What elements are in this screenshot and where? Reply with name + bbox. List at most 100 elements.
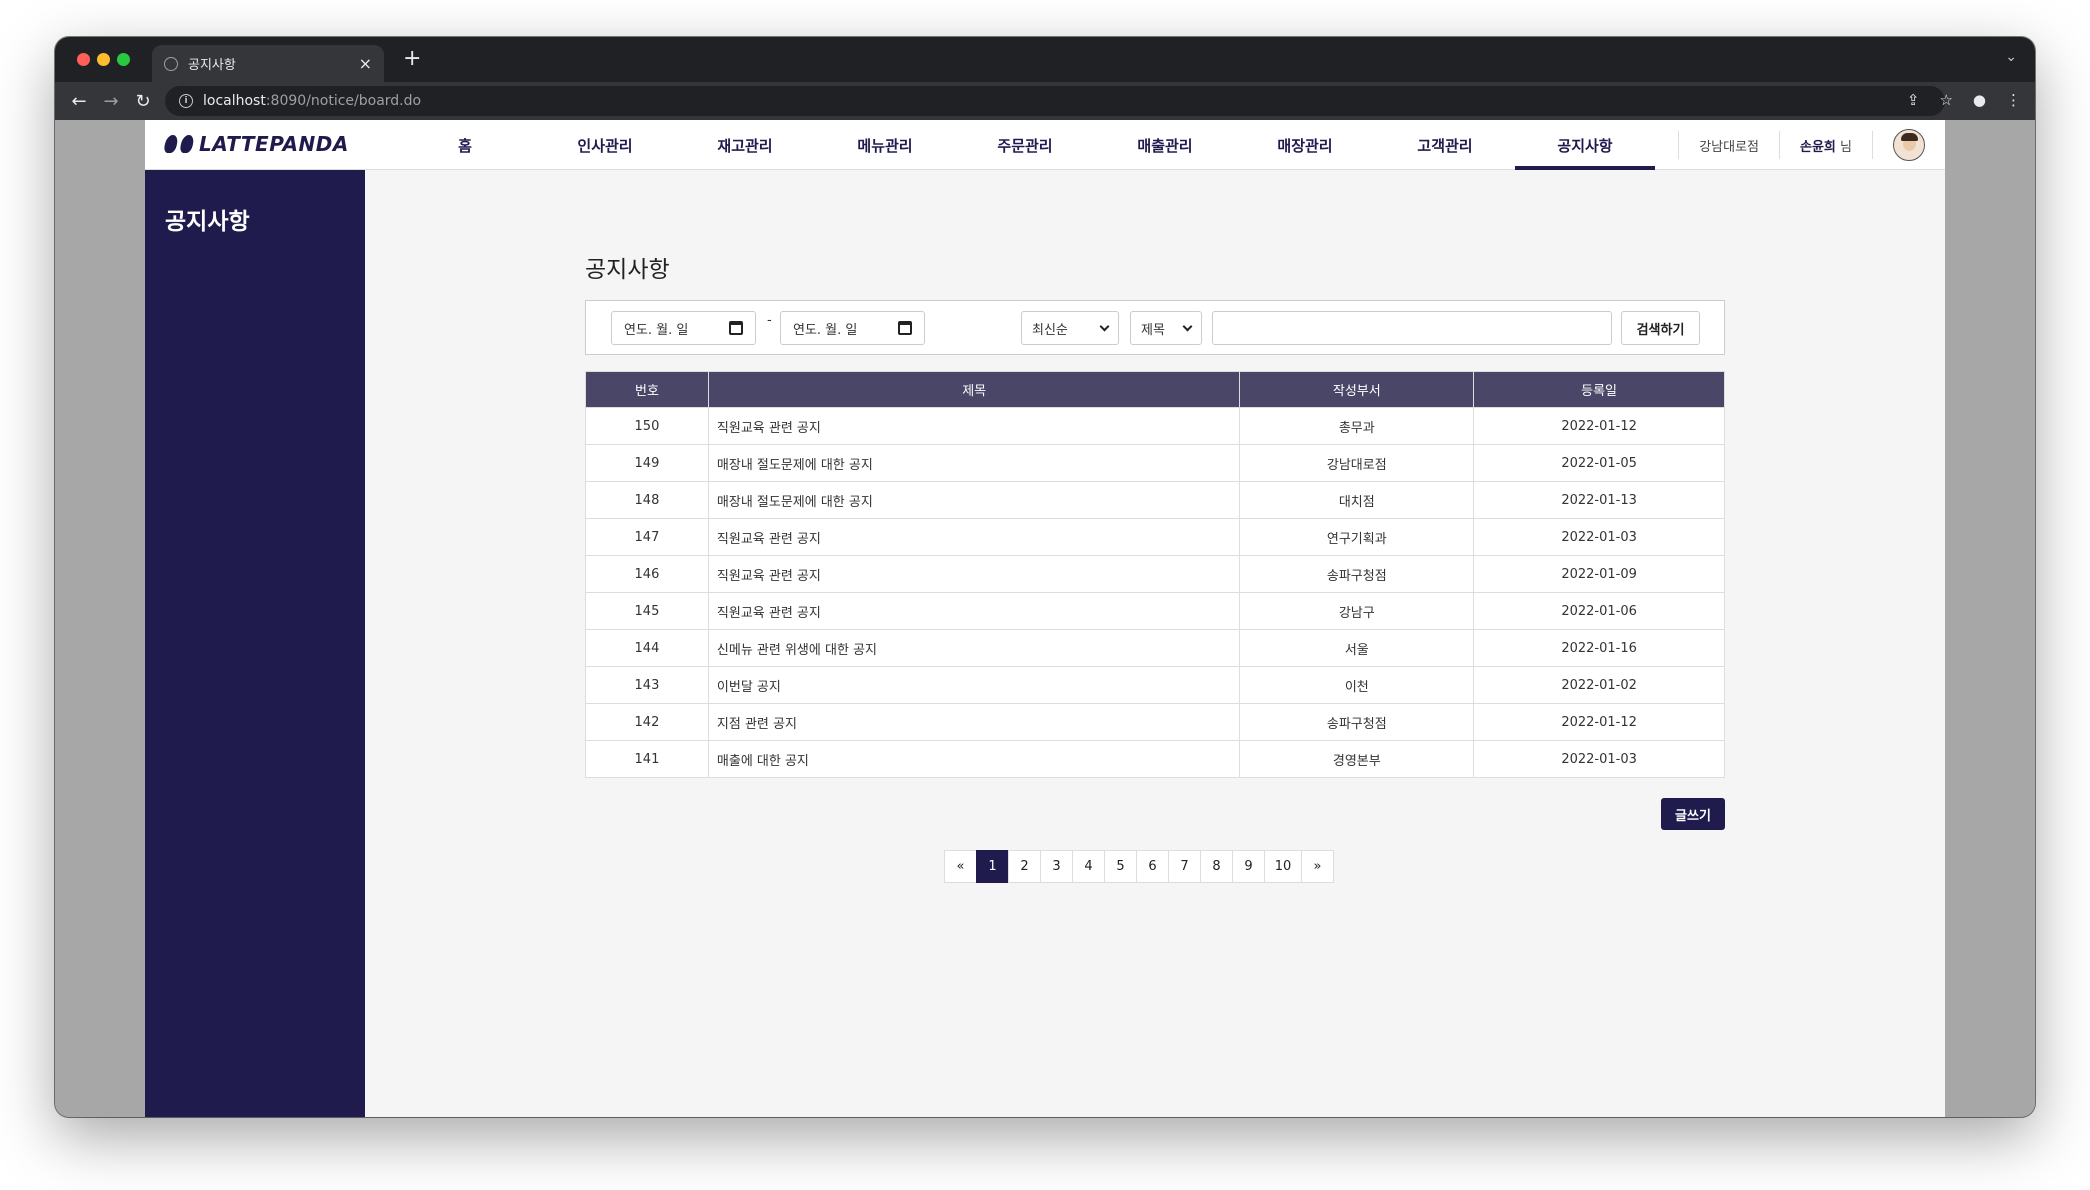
browser-tab[interactable]: 공지사항 × bbox=[152, 45, 384, 82]
menu-item-hr[interactable]: 인사관리 bbox=[535, 120, 675, 170]
table-row[interactable]: 141 매출에 대한 공지 경영본부 2022-01-03 bbox=[585, 740, 1725, 778]
chevron-down-icon bbox=[1099, 321, 1110, 331]
logo[interactable]: LATTEPANDA bbox=[163, 132, 349, 156]
browser-window: 공지사항 × + ⌄ ← → ↻ i localhost:8090/notice… bbox=[55, 37, 2035, 1117]
menu-item-menu[interactable]: 메뉴관리 bbox=[815, 120, 955, 170]
store-name: 강남대로점 bbox=[1699, 139, 1759, 155]
page-button-6[interactable]: 6 bbox=[1136, 850, 1169, 883]
page-button-10[interactable]: 10 bbox=[1264, 850, 1302, 883]
notice-board: 공지사항 연도. 월. 일 - 연도. 월. 일 최신순 제목 검색하기 번호 … bbox=[585, 250, 1725, 883]
cell-title[interactable]: 매출에 대한 공지 bbox=[707, 740, 1241, 778]
sort-select[interactable]: 최신순 bbox=[1021, 311, 1119, 345]
menu-item-customers[interactable]: 고객관리 bbox=[1375, 120, 1515, 170]
calendar-icon[interactable] bbox=[729, 321, 743, 335]
table-row[interactable]: 147 직원교육 관련 공지 연구기획과 2022-01-03 bbox=[585, 518, 1725, 556]
date-to-input[interactable]: 연도. 월. 일 bbox=[780, 311, 925, 345]
table-row[interactable]: 146 직원교육 관련 공지 송파구청점 2022-01-09 bbox=[585, 555, 1725, 593]
user-area: 강남대로점 손윤희 님 bbox=[1678, 120, 1945, 170]
menu-item-sales[interactable]: 매출관리 bbox=[1095, 120, 1235, 170]
cell-date: 2022-01-06 bbox=[1473, 592, 1725, 630]
info-icon[interactable]: i bbox=[179, 94, 193, 108]
cell-title[interactable]: 지점 관련 공지 bbox=[707, 703, 1241, 741]
cell-department: 경영본부 bbox=[1239, 740, 1475, 778]
cell-title[interactable]: 신메뉴 관련 위생에 대한 공지 bbox=[707, 629, 1241, 667]
cell-title[interactable]: 직원교육 관련 공지 bbox=[707, 555, 1241, 593]
cell-number: 147 bbox=[585, 518, 709, 556]
search-field-select[interactable]: 제목 bbox=[1130, 311, 1202, 345]
table-row[interactable]: 148 매장내 절도문제에 대한 공지 대치점 2022-01-13 bbox=[585, 481, 1725, 519]
date-from-placeholder: 연도. 월. 일 bbox=[624, 322, 689, 338]
write-button[interactable]: 글쓰기 bbox=[1661, 798, 1725, 830]
page-prev-button[interactable]: « bbox=[944, 850, 977, 883]
back-icon[interactable]: ← bbox=[63, 91, 95, 112]
cell-number: 141 bbox=[585, 740, 709, 778]
tab-close-icon[interactable]: × bbox=[359, 54, 372, 73]
table-row[interactable]: 145 직원교육 관련 공지 강남구 2022-01-06 bbox=[585, 592, 1725, 630]
page-button-7[interactable]: 7 bbox=[1168, 850, 1201, 883]
cell-number: 146 bbox=[585, 555, 709, 593]
page-button-1[interactable]: 1 bbox=[976, 850, 1009, 883]
action-row: 글쓰기 « 1 2 3 4 5 6 7 8 9 10 » bbox=[585, 798, 1725, 883]
kebab-menu-icon[interactable]: ⋮ bbox=[2006, 91, 2021, 109]
table-row[interactable]: 144 신메뉴 관련 위생에 대한 공지 서울 2022-01-16 bbox=[585, 629, 1725, 667]
cell-title[interactable]: 직원교육 관련 공지 bbox=[707, 407, 1241, 445]
page-button-4[interactable]: 4 bbox=[1072, 850, 1105, 883]
page-button-2[interactable]: 2 bbox=[1008, 850, 1041, 883]
field-selected: 제목 bbox=[1141, 322, 1165, 338]
page-button-8[interactable]: 8 bbox=[1200, 850, 1233, 883]
cell-title[interactable]: 직원교육 관련 공지 bbox=[707, 518, 1241, 556]
reload-icon[interactable]: ↻ bbox=[127, 91, 159, 112]
header-department: 작성부서 bbox=[1239, 371, 1475, 408]
calendar-icon[interactable] bbox=[898, 321, 912, 335]
profile-icon[interactable]: ● bbox=[1973, 91, 1986, 109]
cell-title[interactable]: 매장내 절도문제에 대한 공지 bbox=[707, 481, 1241, 519]
cell-department: 송파구청점 bbox=[1239, 703, 1475, 741]
panda-logo-icon bbox=[163, 135, 195, 153]
table-row[interactable]: 142 지점 관련 공지 송파구청점 2022-01-12 bbox=[585, 703, 1725, 741]
cell-department: 이천 bbox=[1239, 666, 1475, 704]
avatar[interactable] bbox=[1893, 129, 1925, 161]
notice-table: 번호 제목 작성부서 등록일 150 직원교육 관련 공지 총무과 2022-0… bbox=[585, 371, 1725, 778]
header-number: 번호 bbox=[585, 371, 709, 408]
menu-item-notices[interactable]: 공지사항 bbox=[1515, 120, 1655, 171]
page-button-3[interactable]: 3 bbox=[1040, 850, 1073, 883]
forward-icon[interactable]: → bbox=[95, 91, 127, 112]
cell-department: 연구기획과 bbox=[1239, 518, 1475, 556]
cell-number: 142 bbox=[585, 703, 709, 741]
page-button-9[interactable]: 9 bbox=[1232, 850, 1265, 883]
table-row[interactable]: 150 직원교육 관련 공지 총무과 2022-01-12 bbox=[585, 407, 1725, 445]
cell-title[interactable]: 직원교육 관련 공지 bbox=[707, 592, 1241, 630]
tab-search-icon[interactable]: ⌄ bbox=[2005, 49, 2017, 65]
cell-title[interactable]: 매장내 절도문제에 대한 공지 bbox=[707, 444, 1241, 482]
cell-department: 총무과 bbox=[1239, 407, 1475, 445]
cell-department: 강남구 bbox=[1239, 592, 1475, 630]
cell-date: 2022-01-03 bbox=[1473, 740, 1725, 778]
cell-number: 150 bbox=[585, 407, 709, 445]
cell-date: 2022-01-16 bbox=[1473, 629, 1725, 667]
menu-item-orders[interactable]: 주문관리 bbox=[955, 120, 1095, 170]
page-button-5[interactable]: 5 bbox=[1104, 850, 1137, 883]
maximize-window-button[interactable] bbox=[117, 53, 130, 66]
table-row[interactable]: 149 매장내 절도문제에 대한 공지 강남대로점 2022-01-05 bbox=[585, 444, 1725, 482]
bookmark-star-icon[interactable]: ☆ bbox=[1939, 91, 1952, 109]
date-separator: - bbox=[767, 313, 772, 328]
table-row[interactable]: 143 이번달 공지 이천 2022-01-02 bbox=[585, 666, 1725, 704]
cell-title[interactable]: 이번달 공지 bbox=[707, 666, 1241, 704]
cell-department: 송파구청점 bbox=[1239, 555, 1475, 593]
cell-number: 145 bbox=[585, 592, 709, 630]
cell-date: 2022-01-13 bbox=[1473, 481, 1725, 519]
menu-item-inventory[interactable]: 재고관리 bbox=[675, 120, 815, 170]
share-icon[interactable]: ⇪ bbox=[1907, 91, 1920, 109]
main-menu: 홈 인사관리 재고관리 메뉴관리 주문관리 매출관리 매장관리 고객관리 공지사… bbox=[395, 120, 1655, 171]
date-from-input[interactable]: 연도. 월. 일 bbox=[611, 311, 756, 345]
minimize-window-button[interactable] bbox=[97, 53, 110, 66]
search-button[interactable]: 검색하기 bbox=[1621, 311, 1700, 345]
new-tab-icon[interactable]: + bbox=[403, 46, 421, 71]
address-bar[interactable]: i localhost:8090/notice/board.do bbox=[165, 86, 1945, 116]
keyword-input[interactable] bbox=[1212, 311, 1612, 345]
cell-date: 2022-01-09 bbox=[1473, 555, 1725, 593]
menu-item-home[interactable]: 홈 bbox=[395, 120, 535, 170]
close-window-button[interactable] bbox=[77, 53, 90, 66]
menu-item-stores[interactable]: 매장관리 bbox=[1235, 120, 1375, 170]
page-next-button[interactable]: » bbox=[1301, 850, 1334, 883]
